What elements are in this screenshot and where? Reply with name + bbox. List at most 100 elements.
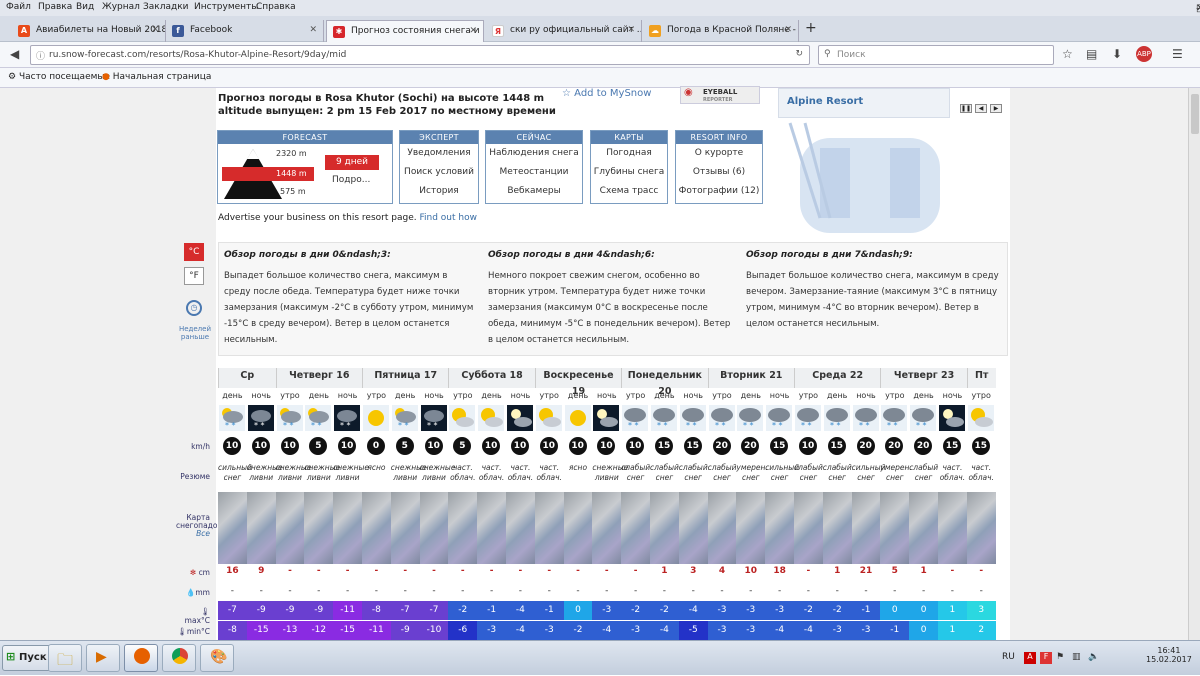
- snowfall-map[interactable]: [506, 492, 535, 564]
- previous-icon[interactable]: ◀: [975, 104, 987, 113]
- bookmark-star-icon[interactable]: ☆: [1062, 47, 1073, 61]
- clock[interactable]: 16:41 15.02.2017: [1146, 646, 1192, 664]
- menu-item-search-conditions[interactable]: Поиск условий: [400, 163, 478, 182]
- snowfall-map[interactable]: [477, 492, 506, 564]
- menu-item-snow-depth[interactable]: Глубины снега: [591, 163, 667, 182]
- elevation-top[interactable]: 2320 m: [276, 149, 307, 158]
- menu-item-weather-map[interactable]: Погодная: [591, 144, 667, 163]
- tab-ski-ru[interactable]: Яски ру официальный сайт ... ✕: [486, 20, 642, 42]
- tray-flag-icon[interactable]: ⚑: [1056, 652, 1068, 664]
- scrollbar-thumb[interactable]: [1191, 94, 1199, 134]
- snowfall-map[interactable]: [275, 492, 305, 564]
- snowfall-map[interactable]: [966, 492, 996, 564]
- tab-pogoda[interactable]: ☁ Погода в Красной Поляне - ... ✕: [643, 20, 799, 42]
- snowfall-map[interactable]: [678, 492, 708, 564]
- snowfall-map[interactable]: [621, 492, 650, 564]
- bookmark-frequent[interactable]: ⚙ Часто посещаемые: [8, 72, 110, 82]
- paint-taskbar-icon[interactable]: 🎨: [200, 644, 234, 672]
- snowfall-map[interactable]: [794, 492, 823, 564]
- menu-history[interactable]: Журнал: [102, 2, 140, 12]
- details-link[interactable]: Подро...: [332, 175, 370, 185]
- menu-edit[interactable]: Правка: [38, 2, 72, 12]
- back-arrow-icon[interactable]: ◀: [10, 47, 19, 61]
- menu-item-alerts[interactable]: Уведомления: [400, 144, 478, 163]
- close-icon[interactable]: ✕: [1196, 3, 1200, 14]
- search-input[interactable]: ⚲ Поиск: [818, 45, 1054, 65]
- add-to-mysnow-link[interactable]: ☆ Add to MySnow: [562, 88, 651, 99]
- snowfall-map[interactable]: [304, 492, 334, 564]
- menu-bookmarks[interactable]: Закладки: [143, 2, 189, 12]
- snowfall-map[interactable]: [938, 492, 967, 564]
- menu-tools[interactable]: Инструменты: [194, 2, 258, 12]
- menu-item-photos[interactable]: Фотографии (12): [676, 182, 762, 201]
- scrollbar[interactable]: [1188, 88, 1200, 640]
- snowfall-map[interactable]: [909, 492, 938, 564]
- menu-item-about[interactable]: О курорте: [676, 144, 762, 163]
- snowfall-map[interactable]: [765, 492, 794, 564]
- new-tab-button[interactable]: +: [805, 20, 817, 36]
- start-button[interactable]: ⊞ Пуск: [2, 645, 54, 671]
- menu-item-history[interactable]: История: [400, 182, 478, 201]
- menu-item-reviews[interactable]: Отзывы (6): [676, 163, 762, 182]
- snowfall-map[interactable]: [246, 492, 276, 564]
- menu-view[interactable]: Вид: [76, 2, 94, 12]
- tab-close-icon[interactable]: ✕: [784, 25, 792, 35]
- chrome-taskbar-icon[interactable]: [162, 644, 196, 672]
- url-bar[interactable]: ⓘ ru.snow-forecast.com/resorts/Rosa-Khuto…: [30, 45, 810, 65]
- elevation-bottom[interactable]: 575 m: [280, 187, 306, 196]
- fahrenheit-toggle[interactable]: °F: [184, 267, 204, 285]
- nine-days-button[interactable]: 9 дней: [325, 155, 379, 170]
- previous-week-link[interactable]: Неделей раньше: [176, 325, 214, 341]
- celsius-toggle[interactable]: °C: [184, 243, 204, 261]
- pause-icon[interactable]: ❚❚: [960, 104, 972, 113]
- menu-item-webcams[interactable]: Вебкамеры: [486, 182, 582, 201]
- firefox-taskbar-icon[interactable]: [124, 644, 158, 672]
- reload-icon[interactable]: ↻: [795, 49, 803, 59]
- snowfall-map[interactable]: [333, 492, 362, 564]
- tray-network-icon[interactable]: ▥: [1072, 652, 1084, 664]
- next-icon[interactable]: ▶: [990, 104, 1002, 113]
- adblock-icon[interactable]: ABP: [1136, 46, 1152, 62]
- menu-file[interactable]: Файл: [6, 2, 31, 12]
- snowfall-map[interactable]: [419, 492, 449, 564]
- bookmark-home[interactable]: ● Начальная страница: [102, 72, 211, 82]
- foxit-icon[interactable]: F: [1040, 652, 1052, 664]
- resort-link[interactable]: Alpine Resort: [787, 96, 863, 107]
- snowfall-map[interactable]: [650, 492, 679, 564]
- reading-list-icon[interactable]: ▤: [1086, 47, 1097, 61]
- snowfall-map[interactable]: [592, 492, 622, 564]
- snowfall-map[interactable]: [822, 492, 852, 564]
- tab-close-icon[interactable]: ✕: [309, 25, 317, 35]
- snowfall-map[interactable]: [448, 492, 478, 564]
- downloads-icon[interactable]: ⬇: [1112, 47, 1122, 61]
- tray-volume-icon[interactable]: 🔈: [1088, 652, 1100, 664]
- snowfall-map[interactable]: [880, 492, 910, 564]
- snowfall-map[interactable]: [707, 492, 737, 564]
- menu-item-piste-map[interactable]: Схема трасс: [591, 182, 667, 201]
- tab-facebook[interactable]: f Facebook ✕: [166, 20, 324, 42]
- hamburger-menu-icon[interactable]: ☰: [1172, 47, 1183, 61]
- snowfall-map[interactable]: [362, 492, 391, 564]
- snowfall-map[interactable]: [563, 492, 593, 564]
- snowfall-map[interactable]: [390, 492, 420, 564]
- menu-item-weather-stations[interactable]: Метеостанции: [486, 163, 582, 182]
- clock-icon[interactable]: ◷: [186, 300, 202, 316]
- acrobat-icon[interactable]: A: [1024, 652, 1036, 664]
- tab-close-icon[interactable]: ✕: [151, 25, 159, 35]
- snowmap-all-link[interactable]: Все: [196, 529, 210, 538]
- tab-close-icon[interactable]: ✕: [627, 25, 635, 35]
- menu-help[interactable]: Справка: [256, 2, 296, 12]
- info-icon[interactable]: ⓘ: [36, 49, 45, 62]
- language-indicator[interactable]: RU: [1002, 652, 1015, 662]
- snowfall-map[interactable]: [534, 492, 564, 564]
- explorer-taskbar-icon[interactable]: 🗀: [48, 644, 82, 672]
- snowfall-map[interactable]: [851, 492, 881, 564]
- find-out-how-link[interactable]: Find out how: [419, 213, 476, 223]
- tab-close-icon[interactable]: ✕: [469, 26, 477, 36]
- tab-aviabilety[interactable]: A Авиабилеты на Новый 2018... ✕: [12, 20, 166, 42]
- eyeball-reporter-logo[interactable]: ◉ EYEBALL REPORTER: [680, 86, 760, 104]
- media-taskbar-icon[interactable]: ▶: [86, 644, 120, 672]
- snowfall-map[interactable]: [218, 492, 247, 564]
- menu-item-snow-observations[interactable]: Наблюдения снега: [486, 144, 582, 163]
- elevation-mid[interactable]: 1448 m: [270, 167, 314, 181]
